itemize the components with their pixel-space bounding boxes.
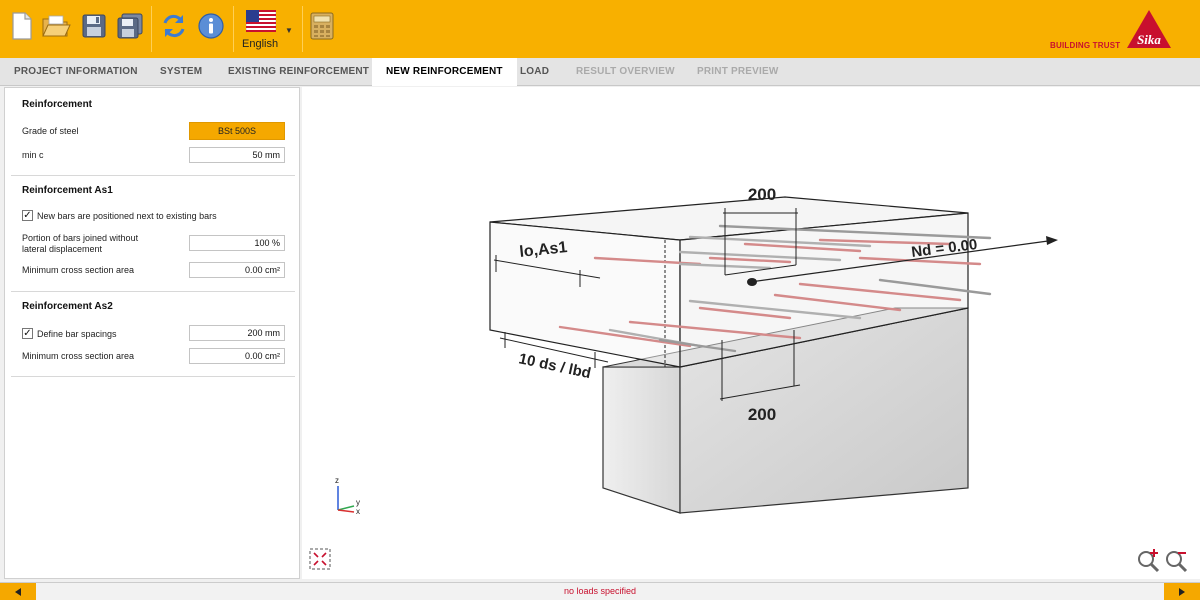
status-bar: no loads specified bbox=[0, 582, 1200, 600]
input-panel: Reinforcement Grade of steel BSt 500S mi… bbox=[4, 87, 300, 579]
as1-min-area-label: Minimum cross section area bbox=[22, 265, 135, 275]
tab-load[interactable]: LOAD bbox=[506, 58, 563, 86]
tab-existing-reinforcement[interactable]: EXISTING REINFORCEMENT bbox=[214, 58, 383, 86]
open-folder-icon[interactable] bbox=[40, 8, 72, 44]
arrow-right-icon bbox=[1179, 588, 1185, 596]
define-bar-spacings-checkbox[interactable]: ✓ bbox=[22, 328, 33, 339]
toolbar-separator bbox=[151, 6, 152, 52]
define-bar-spacings-label: Define bar spacings bbox=[37, 329, 117, 339]
axis-x-label: x bbox=[356, 507, 360, 516]
dimension-top-label: 200 bbox=[748, 185, 776, 204]
section-divider bbox=[11, 175, 295, 176]
as2-min-area-input[interactable]: 0.00 cm² bbox=[189, 348, 285, 364]
toolbar-separator bbox=[233, 6, 234, 52]
as1-min-area-input[interactable]: 0.00 cm² bbox=[189, 262, 285, 278]
toolbar-separator bbox=[302, 6, 303, 52]
calculator-icon[interactable] bbox=[306, 8, 338, 44]
tab-project-information[interactable]: PROJECT INFORMATION bbox=[0, 58, 152, 86]
tab-result-overview: RESULT OVERVIEW bbox=[576, 66, 675, 77]
min-c-input[interactable]: 50 mm bbox=[189, 147, 285, 163]
next-step-button[interactable] bbox=[1164, 583, 1200, 600]
tab-new-reinforcement[interactable]: NEW REINFORCEMENT bbox=[372, 58, 517, 86]
as2-section-title: Reinforcement As2 bbox=[22, 301, 113, 312]
grade-of-steel-button[interactable]: BSt 500S bbox=[189, 122, 285, 140]
anchorage-label: 10 ds / lbd bbox=[517, 350, 592, 382]
brand-tagline: BUILDING TRUST bbox=[1050, 41, 1121, 50]
as1-section-title: Reinforcement As1 bbox=[22, 185, 113, 196]
reinforcement-model: 200 200 lo,As1 10 ds / lbd Nd = 0.00 z y… bbox=[335, 185, 1058, 516]
arrow-left-icon bbox=[15, 588, 21, 596]
tab-system[interactable]: SYSTEM bbox=[146, 58, 216, 86]
dimension-bottom-label: 200 bbox=[748, 405, 776, 424]
previous-step-button[interactable] bbox=[0, 583, 36, 600]
language-selector[interactable]: ▼ English bbox=[238, 6, 298, 54]
refresh-icon[interactable] bbox=[158, 8, 190, 44]
bars-next-to-existing-label: New bars are positioned next to existing… bbox=[37, 211, 217, 221]
reinforcement-section-title: Reinforcement bbox=[22, 99, 93, 110]
fit-view-icon[interactable] bbox=[308, 547, 332, 571]
tab-print-preview: PRINT PREVIEW bbox=[697, 66, 779, 77]
bar-spacing-input[interactable]: 200 mm bbox=[189, 325, 285, 341]
tab-bar: PROJECT INFORMATION SYSTEM EXISTING REIN… bbox=[0, 58, 1200, 86]
language-label: English bbox=[242, 38, 279, 50]
save-as-icon[interactable] bbox=[114, 8, 146, 44]
portion-joined-label-line1: Portion of bars joined without bbox=[22, 233, 139, 243]
save-icon[interactable] bbox=[78, 8, 110, 44]
portion-joined-input[interactable]: 100 % bbox=[189, 235, 285, 251]
zoom-in-icon[interactable] bbox=[1136, 549, 1160, 573]
model-viewport[interactable]: 200 200 lo,As1 10 ds / lbd Nd = 0.00 z y… bbox=[302, 87, 1200, 579]
zoom-out-icon[interactable] bbox=[1164, 549, 1188, 573]
section-divider bbox=[11, 291, 295, 292]
portion-joined-label-line2: lateral displacement bbox=[22, 244, 103, 254]
min-c-label: min c bbox=[22, 150, 44, 160]
sika-logo: Sika bbox=[1124, 8, 1174, 52]
concrete-front-face bbox=[602, 366, 681, 514]
chevron-down-icon: ▼ bbox=[285, 26, 293, 35]
axis-y-label: y bbox=[356, 498, 360, 507]
logo-text: Sika bbox=[1137, 32, 1161, 47]
grade-of-steel-label: Grade of steel bbox=[22, 126, 79, 136]
section-divider bbox=[11, 376, 295, 377]
axis-z-label: z bbox=[335, 476, 339, 485]
new-file-icon[interactable] bbox=[6, 8, 38, 44]
as2-min-area-label: Minimum cross section area bbox=[22, 351, 135, 361]
bars-next-to-existing-checkbox[interactable]: ✓ bbox=[22, 210, 33, 221]
info-icon[interactable] bbox=[195, 8, 227, 44]
axis-triad: z y x bbox=[335, 476, 360, 516]
main-toolbar: ▼ English BUILDING TRUST Sika bbox=[0, 0, 1200, 58]
us-flag-icon bbox=[246, 10, 276, 32]
status-message: no loads specified bbox=[563, 586, 637, 596]
